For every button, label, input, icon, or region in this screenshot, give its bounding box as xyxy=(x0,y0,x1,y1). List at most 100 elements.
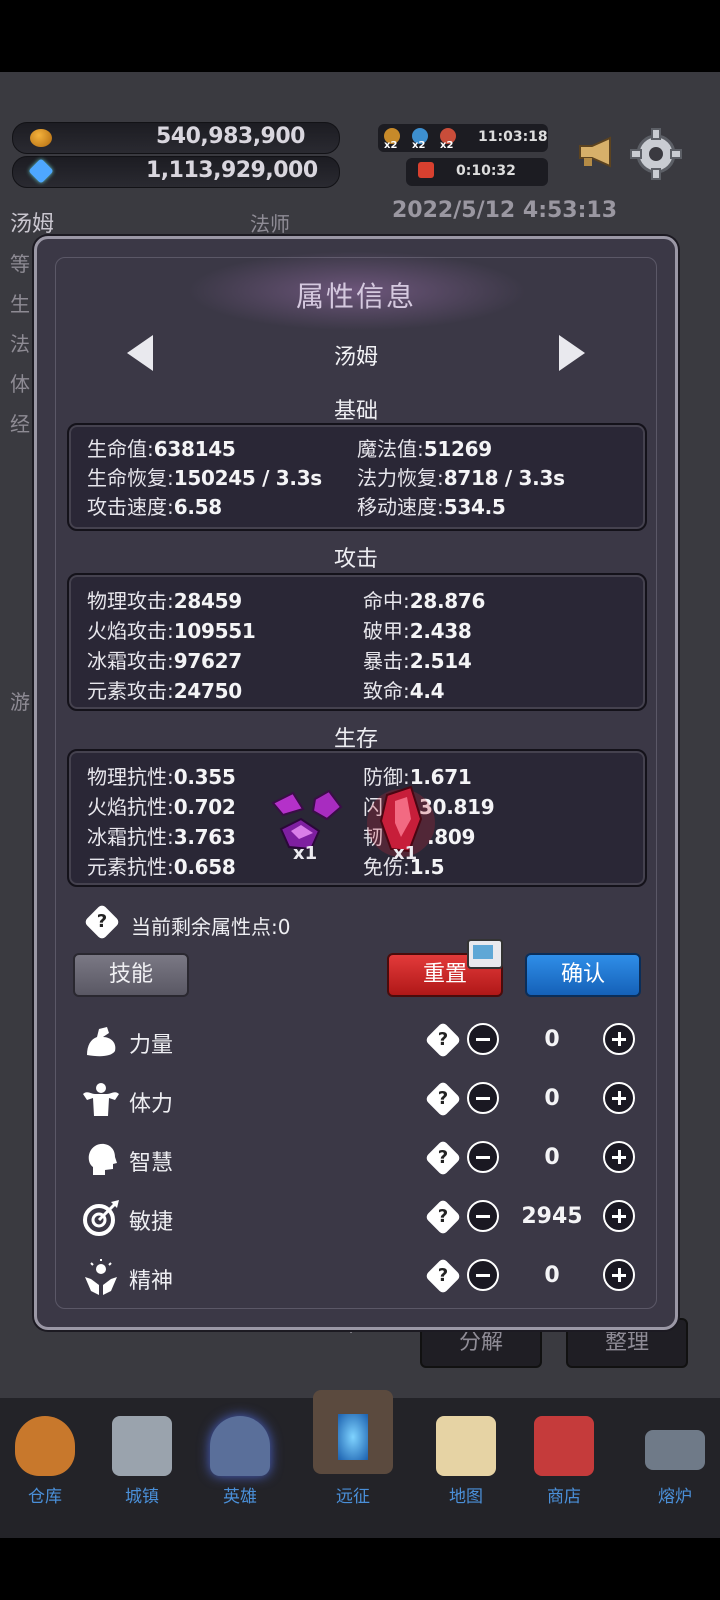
red-crystal-count: x1 xyxy=(393,843,418,864)
decrease-button[interactable] xyxy=(467,1141,499,1173)
megaphone-icon[interactable] xyxy=(576,136,618,168)
head-mind-icon xyxy=(88,1143,117,1175)
buff-timer: 11:03:18 xyxy=(478,129,548,145)
nav-hero[interactable]: 英雄 xyxy=(195,1410,285,1520)
increase-button[interactable] xyxy=(603,1141,635,1173)
survival-stats-panel: 物理抗性:0.355 防御:1.671 火焰抗性:0.702 闪30.819 冰… xyxy=(67,749,647,887)
status-bar xyxy=(0,0,720,72)
watch-ad-tv-icon xyxy=(467,939,503,969)
stat-label: 魔法值: xyxy=(357,437,424,461)
increase-button[interactable] xyxy=(603,1082,635,1114)
stat-value: 4.4 xyxy=(409,679,445,703)
stat-label: 攻击速度: xyxy=(87,495,174,519)
system-nav-bar xyxy=(0,1538,720,1600)
nav-shop[interactable]: 商店 xyxy=(519,1410,609,1520)
decrease-button[interactable] xyxy=(467,1023,499,1055)
anvil-icon xyxy=(645,1430,705,1470)
buff-multiplier: x2 xyxy=(384,140,398,151)
bg-hero-name: 汤姆 xyxy=(10,212,55,237)
increase-button[interactable] xyxy=(603,1200,635,1232)
stat-label: 冰霜攻击: xyxy=(87,649,174,673)
decrease-button[interactable] xyxy=(467,1259,499,1291)
nav-forge[interactable]: 熔炉 xyxy=(630,1410,720,1520)
attack-stats-panel: 物理攻击:28459 命中:28.876 火焰攻击:109551 破甲:2.43… xyxy=(67,573,647,711)
attribute-row-spirit: 精神 ? 0 xyxy=(37,1251,675,1301)
stat-value: 150245 / 3.3s xyxy=(173,466,322,490)
stat-lethal: 致命:4.4 xyxy=(363,675,445,704)
attribute-row-strength: 力量 ? 0 xyxy=(37,1015,675,1065)
basic-stats-panel: 生命值:638145 魔法值:51269 生命恢复:150245 / 3.3s … xyxy=(67,423,647,531)
bg-side-label: 等 xyxy=(10,252,30,276)
stat-armor-break: 破甲:2.438 xyxy=(363,615,472,644)
section-title-basic: 基础 xyxy=(333,399,378,424)
attribute-name: 敏捷 xyxy=(129,1210,174,1235)
strong-body-icon xyxy=(83,1083,119,1116)
attribute-name: 力量 xyxy=(129,1033,174,1058)
attribute-help-icon[interactable]: ? xyxy=(424,1021,462,1059)
decrease-button[interactable] xyxy=(467,1200,499,1232)
attribute-value: 2945 xyxy=(521,1204,583,1229)
nav-label: 远征 xyxy=(336,1487,370,1507)
nav-expedition[interactable]: 远征 xyxy=(308,1390,398,1507)
nav-label: 地图 xyxy=(449,1487,483,1507)
decrease-button[interactable] xyxy=(467,1082,499,1114)
help-question-mark: ? xyxy=(437,1265,449,1286)
stat-label: 元素抗性: xyxy=(87,855,174,879)
increase-button[interactable] xyxy=(603,1023,635,1055)
dialog-title: 属性信息 xyxy=(295,280,416,313)
nav-label: 仓库 xyxy=(28,1487,62,1507)
attribute-dialog: 属性信息 汤姆 基础 生命值:638145 魔法值:51269 生命恢复:150… xyxy=(34,236,678,1330)
buff-multiplier: x2 xyxy=(440,140,454,151)
attribute-help-icon[interactable]: ? xyxy=(424,1257,462,1295)
settings-gear-icon[interactable] xyxy=(630,128,682,180)
bg-side-label: 法 xyxy=(10,332,30,356)
stat-mp-regen: 法力恢复:8718 / 3.3s xyxy=(357,462,565,491)
stat-label: 元素攻击: xyxy=(87,679,174,703)
gold-amount: 540,983,900 xyxy=(156,124,305,149)
attribute-value: 0 xyxy=(544,1086,560,1111)
nav-map[interactable]: 地图 xyxy=(421,1410,511,1520)
stat-element-attack: 元素攻击:24750 xyxy=(87,675,242,704)
stat-value: 0.658 xyxy=(173,855,236,879)
spirit-hands-icon xyxy=(85,1259,117,1295)
shop-icon xyxy=(534,1416,594,1476)
stat-value: 28459 xyxy=(173,589,242,613)
next-hero-arrow-icon[interactable] xyxy=(559,335,585,371)
purple-gem-count: x1 xyxy=(293,843,318,864)
target-arrow-icon xyxy=(83,1200,119,1236)
help-question-mark: ? xyxy=(96,911,108,932)
map-scroll-icon xyxy=(436,1416,496,1476)
stat-hp-regen: 生命恢复:150245 / 3.3s xyxy=(87,462,322,491)
remaining-points: 当前剩余属性点:0 xyxy=(131,915,291,939)
increase-button[interactable] xyxy=(603,1259,635,1291)
stat-phys-resist: 物理抗性:0.355 xyxy=(87,761,236,790)
confirm-button[interactable]: 确认 xyxy=(525,953,641,997)
help-icon[interactable]: ? xyxy=(83,903,121,941)
stat-label: 法力恢复: xyxy=(357,466,444,490)
bg-side-label: 生 xyxy=(10,292,30,316)
skill-button[interactable]: 技能 xyxy=(73,953,189,997)
stat-value: 638145 xyxy=(153,437,236,461)
stat-value: 3.763 xyxy=(173,825,236,849)
stat-value: 0.702 xyxy=(173,795,236,819)
gem-amount: 1,113,929,000 xyxy=(146,158,318,183)
muscle-arm-icon xyxy=(87,1027,116,1057)
nav-warehouse[interactable]: 仓库 xyxy=(0,1410,90,1520)
attribute-help-icon[interactable]: ? xyxy=(424,1080,462,1118)
stat-value: 0.355 xyxy=(173,765,236,789)
nav-label: 商店 xyxy=(547,1487,581,1507)
help-question-mark: ? xyxy=(437,1088,449,1109)
bag-icon xyxy=(15,1416,75,1476)
attribute-value: 0 xyxy=(544,1263,560,1288)
nav-town[interactable]: 城镇 xyxy=(97,1410,187,1520)
attribute-row-agility: 敏捷 ? 2945 xyxy=(37,1192,675,1242)
nav-label: 英雄 xyxy=(223,1487,257,1507)
stat-label: 火焰抗性: xyxy=(87,795,174,819)
attribute-help-icon[interactable]: ? xyxy=(424,1139,462,1177)
stat-value: 534.5 xyxy=(443,495,506,519)
stat-label: 火焰攻击: xyxy=(87,619,174,643)
buff-multiplier: x2 xyxy=(412,140,426,151)
stat-value: 8718 / 3.3s xyxy=(443,466,565,490)
attribute-help-icon[interactable]: ? xyxy=(424,1198,462,1236)
stat-value: 24750 xyxy=(173,679,242,703)
